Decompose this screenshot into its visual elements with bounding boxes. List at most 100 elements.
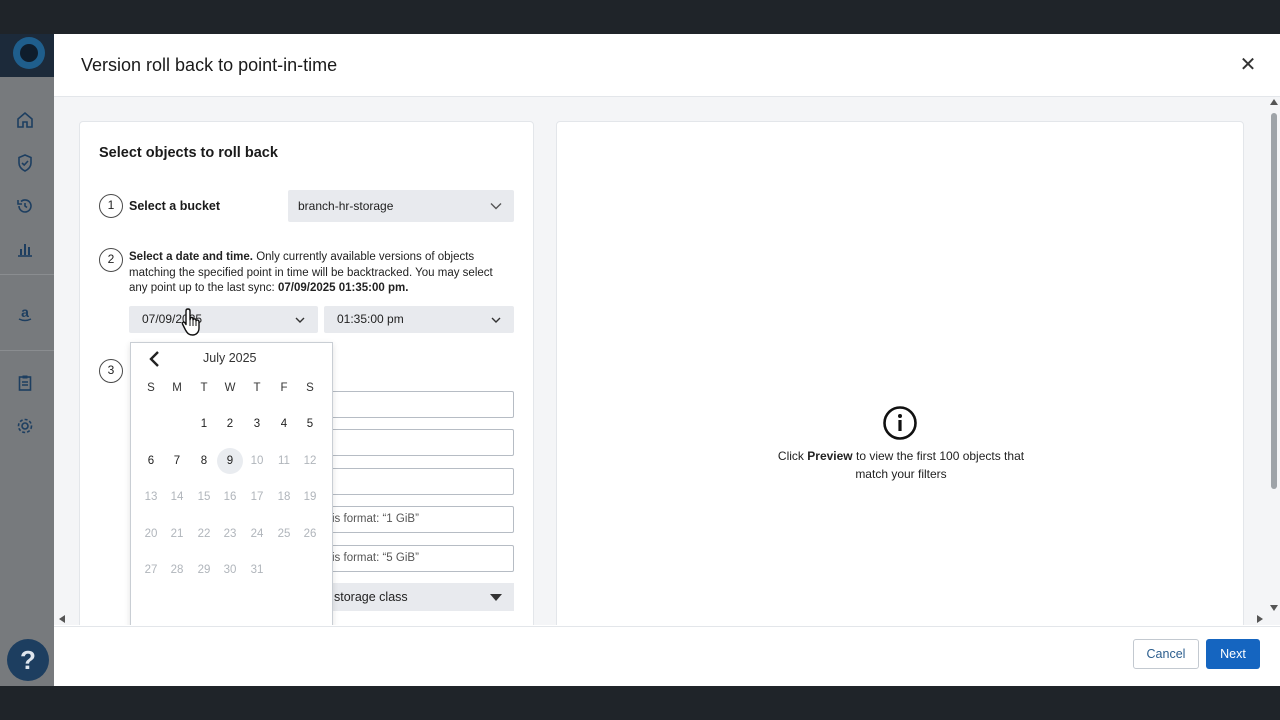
app-logo[interactable] [13,37,45,69]
chevron-down-icon [490,203,502,210]
filter-field-3[interactable] [328,468,514,495]
calendar-day: 31 [250,564,264,576]
top-bar [0,0,1280,34]
weekday-header: W [224,382,236,394]
modal-footer: Cancel Next [54,626,1280,686]
weekday-header: M [172,382,182,394]
clipboard-icon[interactable] [15,373,35,393]
modal-header: Version roll back to point-in-time ✕ [54,34,1280,97]
weekday-header: T [253,382,261,394]
calendar-day: 12 [303,455,317,467]
bar-chart-icon[interactable] [15,239,35,259]
amazon-icon[interactable]: a [15,304,35,324]
date-select[interactable]: 07/09/2025 [129,306,318,333]
modal-body: Select objects to roll back 1 Select a b… [54,97,1280,625]
max-size-input[interactable]: is format: “5 GiB” [328,545,514,572]
calendar-day: 27 [144,564,158,576]
gear-icon[interactable] [15,416,35,436]
calendar-day: 14 [170,491,184,503]
calendar-day: 13 [144,491,158,503]
filter-field-2[interactable] [328,429,514,456]
calendar-month-label: July 2025 [203,351,257,365]
empty-preview-word: Preview [807,449,853,463]
home-icon[interactable] [15,110,35,130]
cancel-button[interactable]: Cancel [1133,639,1199,669]
max-size-placeholder: is format: “5 GiB” [332,552,419,564]
help-button[interactable]: ? [7,639,49,681]
calendar-day[interactable]: 8 [191,448,217,474]
previous-month-icon[interactable] [147,349,163,369]
time-select[interactable]: 01:35:00 pm [324,306,514,333]
weekday-header: S [306,382,314,394]
calendar-day: 17 [250,491,264,503]
next-button[interactable]: Next [1206,639,1260,669]
min-size-placeholder: is format: “1 GiB” [332,513,419,525]
modal-title: Version roll back to point-in-time [81,55,338,75]
hand-cursor-icon [181,308,200,336]
min-size-input[interactable]: is format: “1 GiB” [328,506,514,533]
scroll-down-icon[interactable] [1270,605,1278,611]
time-value: 01:35:00 pm [337,312,404,326]
preview-panel: Click Preview to view the first 100 obje… [556,121,1244,625]
calendar-day[interactable]: 2 [217,411,243,437]
rollback-modal: Version roll back to point-in-time ✕ Sel… [54,34,1280,686]
calendar-day: 16 [223,491,237,503]
vertical-scrollbar[interactable] [1268,97,1280,613]
step-1-number: 1 [99,194,123,218]
calendar-day: 30 [223,564,237,576]
scroll-up-icon[interactable] [1270,99,1278,105]
bucket-select[interactable]: branch-hr-storage [288,190,514,222]
weekday-header: S [147,382,155,394]
calendar-day[interactable]: 3 [244,411,270,437]
section-title: Select objects to roll back [99,145,278,161]
step-2-number: 2 [99,248,123,272]
scroll-right-icon[interactable] [1257,615,1263,623]
calendar-day[interactable]: 6 [138,448,164,474]
empty-suffix: to view the first 100 objects that match… [855,449,1025,481]
calendar-day: 22 [197,528,211,540]
step-2-label: Select a date and time. [129,251,253,263]
empty-prefix: Click [777,449,804,463]
calendar-day[interactable]: 4 [271,411,297,437]
shield-check-icon[interactable] [15,153,35,173]
calendar-day: 15 [197,491,211,503]
select-objects-panel: Select objects to roll back 1 Select a b… [79,121,534,625]
calendar-day: 11 [278,455,290,467]
sidebar-divider [0,350,54,351]
sidebar-divider [0,274,54,275]
calendar-day: 29 [197,564,211,576]
preview-empty-message: Click Preview to view the first 100 obje… [761,447,1041,483]
calendar-day: 20 [144,528,158,540]
last-sync-value: 07/09/2025 01:35:00 pm. [277,282,409,294]
filter-field-1[interactable] [328,391,514,418]
step-3-number: 3 [99,359,123,383]
scroll-left-icon[interactable] [59,615,65,623]
calendar-day[interactable]: 5 [297,411,323,437]
chevron-down-icon [295,317,305,323]
calendar-day: 24 [250,528,264,540]
horizontal-scrollbar[interactable] [54,613,1268,625]
history-icon[interactable] [15,196,35,216]
calendar-day[interactable]: 7 [164,448,190,474]
storage-class-label: storage class [334,590,408,604]
date-picker-calendar: July 2025 S M T W T F S 1 2 3 4 5 6 7 8 9 10 11 12 13 14 15 16… [130,342,333,625]
calendar-day: 26 [303,528,317,540]
step-1-label: Select a bucket [129,199,221,213]
storage-class-select[interactable]: storage class [328,583,514,611]
calendar-day: 10 [250,455,264,467]
calendar-day[interactable]: 1 [191,411,217,437]
bottom-bar [0,686,1280,720]
bucket-value: branch-hr-storage [298,199,394,213]
scroll-thumb[interactable] [1271,113,1277,489]
step-2-description: Select a date and time. Only currently a… [129,250,514,297]
sidebar: a ? [0,34,54,686]
close-icon[interactable]: ✕ [1238,55,1258,75]
caret-down-icon [490,594,502,601]
calendar-day: 18 [277,491,291,503]
calendar-day-selected[interactable]: 9 [217,448,243,474]
calendar-day: 28 [170,564,184,576]
info-icon [883,406,917,440]
calendar-day: 21 [170,528,184,540]
calendar-day: 19 [303,491,317,503]
chevron-down-icon [491,317,501,323]
